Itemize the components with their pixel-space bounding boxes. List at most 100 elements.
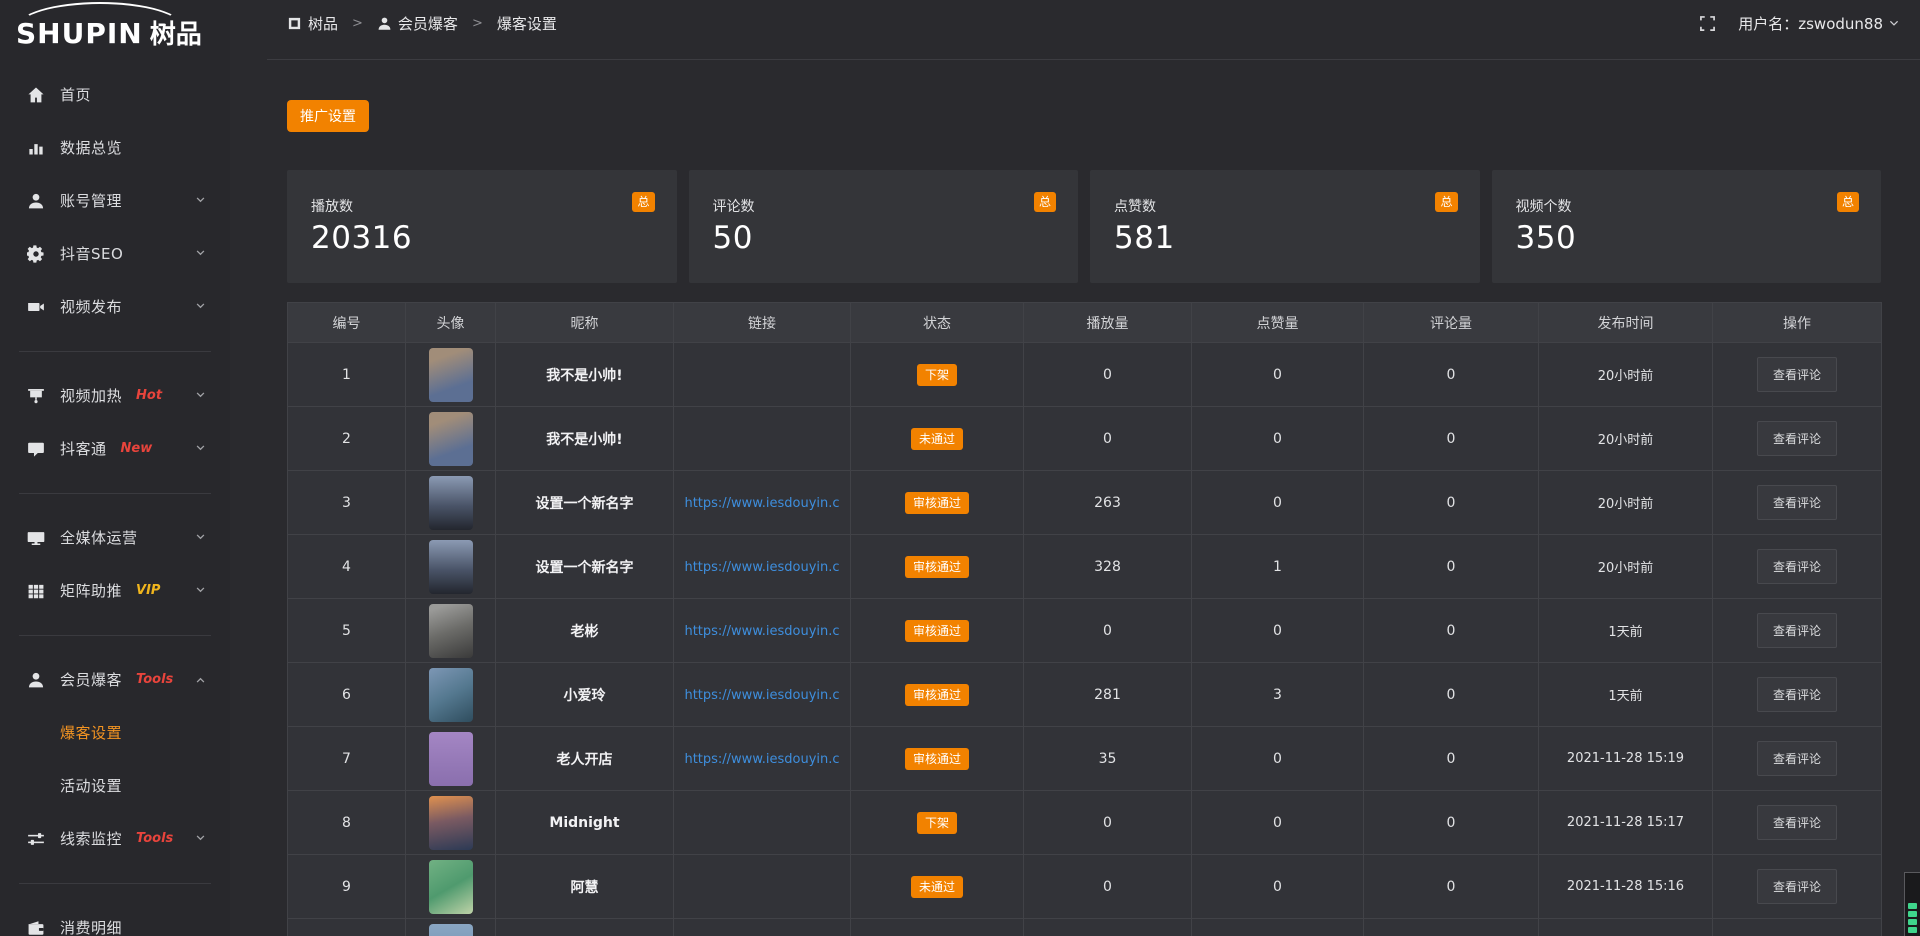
cell-nickname: 设置一个新名字	[496, 535, 674, 599]
sidebar-divider	[19, 635, 211, 636]
corner-widget-bar	[1908, 903, 1917, 909]
chevron-down-icon	[195, 195, 206, 206]
avatar	[429, 476, 473, 530]
cell-actions: 查看评论	[1713, 535, 1882, 599]
status-badge[interactable]: 审核通过	[905, 684, 969, 706]
cell-plays: 35	[1024, 727, 1192, 791]
corner-widget[interactable]	[1904, 872, 1920, 936]
stat-card: 点赞数 581 总	[1090, 170, 1480, 283]
cell-publish-time: 20小时前	[1539, 535, 1713, 599]
username-dropdown[interactable]: 用户名：zswodun88	[1738, 13, 1900, 34]
sidebar-item[interactable]: 线索监控 Tools	[0, 812, 230, 865]
breadcrumb-item[interactable]: 爆客设置	[458, 13, 557, 34]
status-badge[interactable]: 审核通过	[905, 620, 969, 642]
video-link[interactable]: https://www.iesdouyin.c	[684, 496, 839, 511]
sidebar-item[interactable]: 矩阵助推 VIP	[0, 564, 230, 617]
stat-label: 视频个数	[1516, 196, 1858, 216]
cell-avatar	[406, 599, 496, 663]
sidebar-item[interactable]: 视频发布	[0, 280, 230, 333]
cell-publish-time: 2021-11-28 15:19	[1539, 727, 1713, 791]
sidebar-item-icon	[27, 919, 45, 936]
logo-arc-decoration	[16, 2, 184, 54]
status-badge[interactable]: 下架	[917, 812, 957, 834]
column-header: 链接	[674, 303, 851, 343]
view-comments-button[interactable]: 查看评论	[1757, 485, 1837, 520]
stat-card: 视频个数 350 总	[1492, 170, 1882, 283]
chevron-down-icon	[195, 301, 206, 312]
cell-status: 未通过	[851, 407, 1024, 471]
cell-likes: 3	[1192, 663, 1364, 727]
sidebar-item[interactable]: 数据总览	[0, 121, 230, 174]
sidebar-item[interactable]: 会员爆客 Tools	[0, 653, 230, 706]
sidebar-item[interactable]	[0, 333, 230, 369]
cell-comments: 0	[1364, 535, 1539, 599]
sidebar-item-icon	[27, 245, 45, 263]
cell-comments	[1364, 919, 1539, 936]
app-logo[interactable]: SHUPIN树品	[0, 0, 230, 62]
cell-link	[674, 791, 851, 855]
cell-avatar	[406, 663, 496, 727]
chevron-down-icon	[195, 585, 206, 596]
stat-value: 350	[1516, 220, 1858, 256]
corner-widget-bar	[1908, 927, 1917, 933]
sidebar-item-label: 爆客设置	[60, 722, 122, 743]
sidebar-item[interactable]: 活动设置	[0, 759, 230, 812]
sidebar-item[interactable]	[0, 475, 230, 511]
sidebar-item[interactable]: 账号管理	[0, 174, 230, 227]
sidebar-item[interactable]: 全媒体运营	[0, 511, 230, 564]
video-link[interactable]: https://www.iesdouyin.c	[684, 560, 839, 575]
sidebar-item[interactable]: 抖客通 New	[0, 422, 230, 475]
sidebar-item[interactable]: 视频加热 Hot	[0, 369, 230, 422]
sidebar-item-label: 全媒体运营	[60, 527, 138, 548]
view-comments-button[interactable]: 查看评论	[1757, 869, 1837, 904]
cell-likes: 0	[1192, 727, 1364, 791]
status-badge[interactable]: 审核通过	[905, 492, 969, 514]
table-head: 编号头像昵称链接状态播放量点赞量评论量发布时间操作	[288, 303, 1882, 343]
status-badge[interactable]: 审核通过	[905, 556, 969, 578]
view-comments-button[interactable]: 查看评论	[1757, 549, 1837, 584]
view-comments-button[interactable]: 查看评论	[1757, 805, 1837, 840]
cell-link	[674, 919, 851, 936]
cell-comments: 0	[1364, 599, 1539, 663]
status-badge[interactable]: 未通过	[911, 428, 963, 450]
status-badge[interactable]: 未通过	[911, 876, 963, 898]
view-comments-button[interactable]: 查看评论	[1757, 613, 1837, 648]
cell-plays	[1024, 919, 1192, 936]
view-comments-button[interactable]: 查看评论	[1757, 357, 1837, 392]
breadcrumb-item[interactable]: 会员爆客	[338, 13, 458, 34]
view-comments-button[interactable]: 查看评论	[1757, 421, 1837, 456]
video-link[interactable]: https://www.iesdouyin.c	[684, 752, 839, 767]
sidebar-item[interactable]	[0, 617, 230, 653]
breadcrumb-item[interactable]: 树品	[287, 13, 338, 34]
sidebar-item[interactable]: 消费明细	[0, 901, 230, 936]
cell-plays: 0	[1024, 407, 1192, 471]
breadcrumb-label: 爆客设置	[497, 13, 557, 34]
cell-link: https://www.iesdouyin.c	[674, 471, 851, 535]
fullscreen-icon[interactable]	[1699, 15, 1716, 32]
promotion-settings-button[interactable]: 推广设置	[287, 100, 369, 132]
cell-avatar	[406, 919, 496, 936]
view-comments-button[interactable]: 查看评论	[1757, 741, 1837, 776]
video-link[interactable]: https://www.iesdouyin.c	[684, 688, 839, 703]
sidebar-item-label: 抖客通	[60, 438, 107, 459]
view-comments-button[interactable]: 查看评论	[1757, 677, 1837, 712]
cell-comments: 0	[1364, 663, 1539, 727]
status-badge[interactable]: 审核通过	[905, 748, 969, 770]
cell-id: 6	[288, 663, 406, 727]
cell-link	[674, 855, 851, 919]
cell-actions: 查看评论	[1713, 343, 1882, 407]
sidebar-item[interactable]	[0, 865, 230, 901]
cell-publish-time: 1天前	[1539, 599, 1713, 663]
sidebar-item[interactable]: 抖音SEO	[0, 227, 230, 280]
video-link[interactable]: https://www.iesdouyin.c	[684, 624, 839, 639]
cell-avatar	[406, 535, 496, 599]
status-badge[interactable]: 下架	[917, 364, 957, 386]
sidebar-item[interactable]: 首页	[0, 68, 230, 121]
sidebar: SHUPIN树品 首页 数据总览 账号管理	[0, 0, 230, 936]
cell-nickname: 我不是小帅!	[496, 343, 674, 407]
column-header: 评论量	[1364, 303, 1539, 343]
stat-value: 50	[713, 220, 1055, 256]
table-row: 8 Midnight 下架 0 0 0 2021-11-28 15:17 查看评…	[288, 791, 1882, 855]
chevron-down-icon	[1888, 18, 1900, 30]
sidebar-item[interactable]: 爆客设置	[0, 706, 230, 759]
